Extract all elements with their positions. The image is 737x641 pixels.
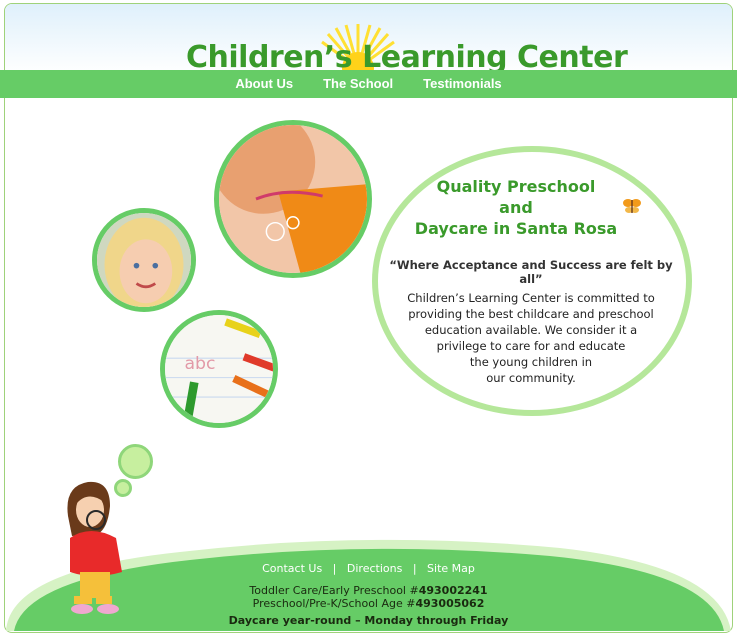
license-line-1: Toddler Care/Early Preschool #493002241 (0, 584, 737, 597)
footer-separator: | (332, 562, 337, 575)
footer-link-contact-us[interactable]: Contact Us (262, 562, 322, 575)
license-1-number: 493002241 (418, 584, 488, 597)
footer-link-site-map[interactable]: Site Map (427, 562, 475, 575)
license-1-label: Toddler Care/Early Preschool # (249, 584, 419, 597)
hours-text: Daycare year-round – Monday through Frid… (228, 614, 509, 627)
footer-link-directions[interactable]: Directions (347, 562, 402, 575)
license-info: Toddler Care/Early Preschool #493002241 … (0, 584, 737, 610)
license-line-2: Preschool/Pre-K/School Age #493005062 (0, 597, 737, 610)
footer-separator: | (412, 562, 417, 575)
license-2-number: 493005062 (415, 597, 485, 610)
footer-links: Contact Us | Directions | Site Map (0, 562, 737, 575)
license-2-label: Preschool/Pre-K/School Age # (252, 597, 416, 610)
